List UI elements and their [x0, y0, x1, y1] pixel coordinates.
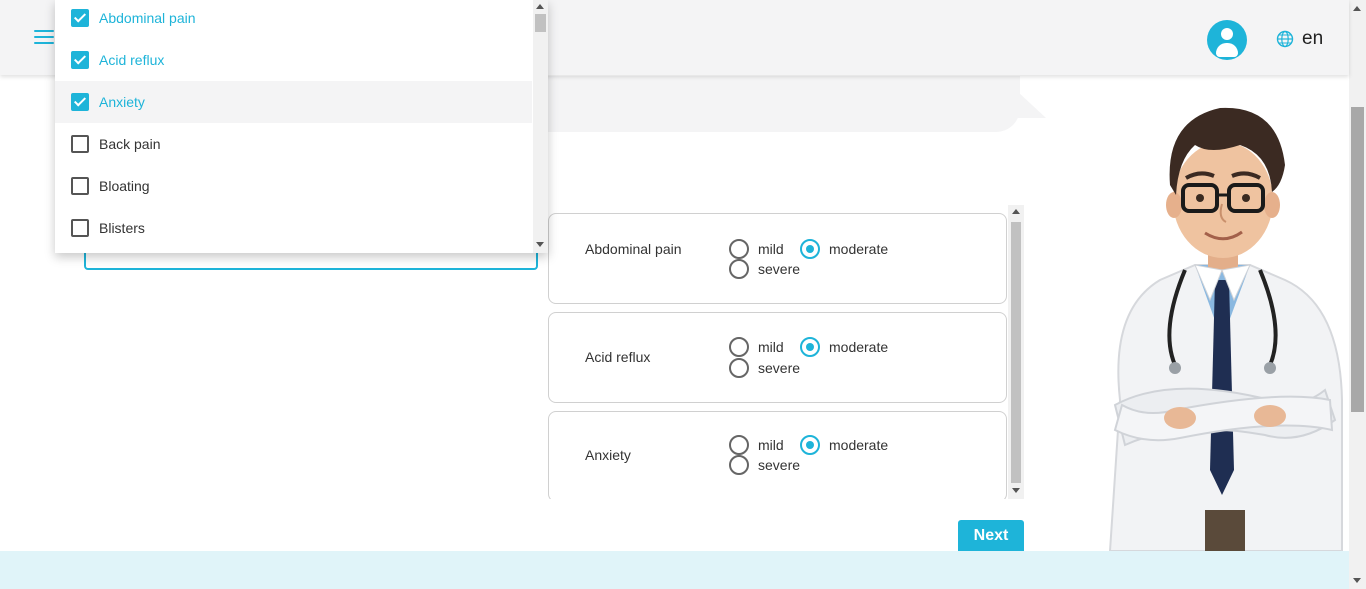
option-label: Back pain [99, 136, 161, 152]
page-scrollbar[interactable] [1349, 0, 1366, 589]
dropdown-option-abdominal-pain[interactable]: Abdominal pain [55, 0, 532, 39]
radio-label: moderate [829, 437, 889, 453]
symptom-name: Abdominal pain [585, 241, 682, 257]
chat-bubble [500, 76, 1020, 132]
scrollbar-thumb[interactable] [535, 14, 546, 32]
radio-label: mild [758, 437, 784, 453]
dropdown-option-bloating[interactable]: Bloating [55, 165, 532, 207]
radio-circle[interactable] [729, 239, 749, 259]
radio-severe[interactable]: severe [729, 358, 800, 378]
radio-label: moderate [829, 241, 889, 257]
radio-label: severe [758, 360, 801, 376]
page-footer [0, 551, 1349, 589]
radio-circle-selected[interactable] [800, 435, 820, 455]
globe-icon [1276, 30, 1294, 48]
radio-mild[interactable]: mild [729, 435, 784, 455]
symptom-dropdown-list: Abdominal pain Acid reflux Anxiety Back … [55, 0, 548, 253]
radio-label: severe [758, 261, 801, 277]
dropdown-scrollbar[interactable] [533, 0, 548, 253]
checkbox-unchecked[interactable] [71, 135, 89, 153]
scroll-down-arrow-icon[interactable] [1012, 488, 1020, 493]
radio-mild[interactable]: mild [729, 239, 784, 259]
cards-scrollbar[interactable] [1008, 205, 1024, 499]
scroll-up-arrow-icon[interactable] [1353, 6, 1361, 11]
radio-circle[interactable] [729, 337, 749, 357]
option-label: Abdominal pain [99, 10, 196, 26]
dropdown-option-anxiety[interactable]: Anxiety [55, 81, 532, 123]
scrollbar-thumb[interactable] [1351, 107, 1364, 412]
scroll-down-arrow-icon[interactable] [1353, 578, 1361, 583]
option-label: Bloating [99, 178, 150, 194]
next-button[interactable]: Next [958, 520, 1024, 551]
checkbox-checked[interactable] [71, 9, 89, 27]
symptom-name: Acid reflux [585, 349, 651, 365]
checkbox-unchecked[interactable] [71, 219, 89, 237]
radio-label: mild [758, 339, 784, 355]
radio-label: mild [758, 241, 784, 257]
dropdown-option-acid-reflux[interactable]: Acid reflux [55, 39, 532, 81]
symptom-name: Anxiety [585, 447, 631, 463]
radio-circle[interactable] [729, 455, 749, 475]
radio-circle-selected[interactable] [800, 239, 820, 259]
user-avatar-icon[interactable] [1207, 20, 1247, 60]
option-label: Blisters [99, 220, 145, 236]
doctor-illustration [1108, 107, 1343, 551]
radio-circle[interactable] [729, 435, 749, 455]
severity-card-abdominal-pain: Abdominal pain mild moderate severe [548, 213, 1007, 304]
radio-moderate[interactable]: moderate [800, 435, 888, 455]
language-selector[interactable]: en [1276, 28, 1323, 50]
radio-severe[interactable]: severe [729, 259, 800, 279]
radio-label: severe [758, 457, 801, 473]
severity-card-acid-reflux: Acid reflux mild moderate severe [548, 312, 1007, 403]
scroll-down-arrow-icon[interactable] [536, 242, 544, 247]
radio-circle[interactable] [729, 259, 749, 279]
scroll-up-arrow-icon[interactable] [1012, 209, 1020, 214]
checkbox-checked[interactable] [71, 51, 89, 69]
checkbox-unchecked[interactable] [71, 177, 89, 195]
radio-severe[interactable]: severe [729, 455, 800, 475]
option-label: Anxiety [99, 94, 145, 110]
radio-label: moderate [829, 339, 889, 355]
scroll-up-arrow-icon[interactable] [536, 4, 544, 9]
language-code: en [1302, 28, 1324, 49]
radio-moderate[interactable]: moderate [800, 337, 888, 357]
hamburger-menu-icon[interactable] [34, 30, 54, 46]
severity-card-list: Abdominal pain mild moderate severe Acid… [548, 205, 1024, 499]
option-label: Acid reflux [99, 52, 165, 68]
scrollbar-thumb[interactable] [1011, 222, 1021, 483]
radio-circle[interactable] [729, 358, 749, 378]
dropdown-option-blisters[interactable]: Blisters [55, 207, 532, 249]
radio-circle-selected[interactable] [800, 337, 820, 357]
dropdown-option-back-pain[interactable]: Back pain [55, 123, 532, 165]
radio-mild[interactable]: mild [729, 337, 784, 357]
chat-bubble-tail [1018, 92, 1046, 118]
radio-moderate[interactable]: moderate [800, 239, 888, 259]
checkbox-checked[interactable] [71, 93, 89, 111]
severity-card-anxiety: Anxiety mild moderate severe [548, 411, 1007, 499]
